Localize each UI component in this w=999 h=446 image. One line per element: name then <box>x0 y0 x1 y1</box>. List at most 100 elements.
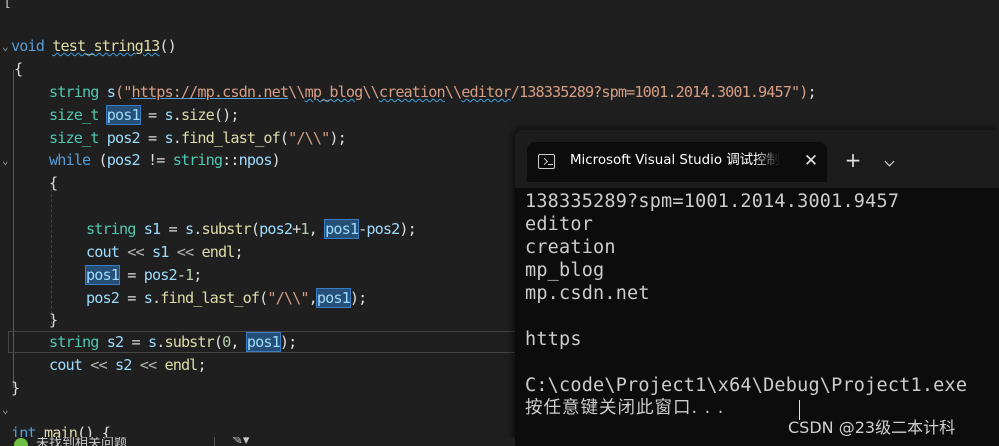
code-token: = <box>160 220 185 238</box>
code-token: , <box>308 289 318 307</box>
code-token: pos1 <box>315 288 351 308</box>
tab-title: Microsoft Visual Studio 调试控制台 <box>570 153 780 168</box>
code-token: ( <box>250 220 260 238</box>
code-token: - <box>176 266 186 284</box>
code-token: ( <box>213 333 223 351</box>
status-strip: 未找到相关问题 ✎▾ <box>0 437 515 446</box>
code-token: "/\\" <box>288 129 330 147</box>
code-token: 1 <box>300 220 309 238</box>
new-tab-button[interactable]: + <box>841 148 865 172</box>
code-token: pos2 <box>86 289 120 307</box>
code-line: string s2 = s.substr(0, pos1); <box>49 331 297 354</box>
code-token: s <box>143 289 153 307</box>
indent-guide <box>51 184 52 324</box>
code-token: cout <box>49 356 83 374</box>
code-token: \\ <box>362 83 379 101</box>
code-token: find_last_of <box>160 289 260 307</box>
code-token: cout <box>86 243 120 261</box>
code-token: ; <box>193 266 202 284</box>
code-token: "/\\" <box>267 289 309 307</box>
code-token: (); <box>213 106 240 124</box>
fold-collapse-icon[interactable]: ⌄ <box>2 398 12 421</box>
watermark: CSDN @23级二本计科 <box>788 418 956 437</box>
code-token: = <box>139 129 165 147</box>
code-line: pos1 = pos2-1; <box>85 264 202 287</box>
code-token: , <box>308 220 326 238</box>
tab-dropdown-button[interactable] <box>877 149 901 173</box>
chevron-down-icon <box>884 156 894 167</box>
code-token: pos1 <box>324 219 360 239</box>
code-token: , <box>230 333 247 351</box>
output-line: 138335289?spm=1001.2014.3001.9457 <box>525 191 900 212</box>
code-token: ( <box>90 151 107 169</box>
code-line: size_t pos1 = s.size(); <box>49 104 240 127</box>
code-token: } <box>11 379 20 397</box>
code-token: = <box>118 266 144 284</box>
code-token: string <box>86 220 136 238</box>
code-token: . <box>172 129 182 147</box>
code-line: size_t pos2 = s.find_last_of("/\\"); <box>49 127 347 150</box>
code-token: npos <box>238 151 273 169</box>
code-line: cout << s2 << endl; <box>49 354 207 377</box>
code-token: pos2 <box>143 266 178 284</box>
code-token: pos1 <box>245 332 281 352</box>
code-token: s1 <box>151 243 169 261</box>
code-token: ; <box>197 356 206 374</box>
brush-icon[interactable]: ✎▾ <box>232 437 249 446</box>
code-token: \\ <box>288 83 305 101</box>
code-token: creation <box>378 83 446 101</box>
code-token: ); <box>399 220 416 238</box>
code-token: mp_blog <box>304 83 364 101</box>
code-token: << <box>168 243 202 261</box>
code-token: [ <box>3 0 12 10</box>
code-line: pos2 = s.find_last_of("/\\",pos1); <box>86 287 367 310</box>
code-token: ); <box>329 129 346 147</box>
code-token: { <box>14 60 23 78</box>
code-token: pos2 <box>259 220 293 238</box>
output-line: editor <box>525 214 594 235</box>
code-token: string <box>49 333 99 351</box>
terminal-icon <box>538 154 555 169</box>
code-line: string s1 = s.substr(pos2+1, pos1-pos2); <box>86 218 417 241</box>
code-token: ) <box>271 151 281 169</box>
fold-collapse-icon[interactable]: ⌄ <box>2 149 12 172</box>
code-token: endl <box>164 356 198 374</box>
terminal-window[interactable]: Microsoft Visual Studio 调试控制台 ✕ + 138335… <box>515 130 999 446</box>
check-icon <box>14 438 28 446</box>
code-token: . <box>151 289 161 307</box>
terminal-tab[interactable]: Microsoft Visual Studio 调试控制台 ✕ <box>527 142 827 182</box>
code-token: ( <box>279 129 289 147</box>
code-token: s <box>164 106 173 124</box>
code-token: { <box>49 174 58 192</box>
code-token: } <box>49 311 58 329</box>
code-token: s1 <box>143 220 161 238</box>
output-line: C:\code\Project1\x64\Debug\Project1.exe <box>525 375 968 396</box>
code-token: \\ <box>444 83 462 101</box>
code-token: test_string13 <box>52 37 160 55</box>
code-token: ); <box>279 333 297 351</box>
code-token: = <box>139 106 165 124</box>
code-token: s <box>184 220 194 238</box>
code-token: != <box>139 151 173 169</box>
code-token: ); <box>349 289 367 307</box>
close-tab-icon[interactable]: ✕ <box>799 148 823 174</box>
code-token: endl <box>201 243 235 261</box>
code-token: while <box>49 151 91 169</box>
code-token: () <box>159 37 176 55</box>
code-token: = <box>118 289 144 307</box>
code-line: } <box>49 309 58 332</box>
code-line: string s("https://mp.csdn.net\\mp_blog\\… <box>49 81 817 104</box>
code-token: editor <box>461 83 511 101</box>
code-token: string <box>172 151 223 169</box>
code-token: s2 <box>106 333 124 351</box>
code-token: << <box>131 356 165 374</box>
output-line: mp_blog <box>525 260 605 281</box>
output-line: 按任意键关闭此窗口. . . <box>525 398 725 418</box>
issues-status[interactable]: 未找到相关问题 <box>36 437 127 446</box>
code-line: } <box>11 377 20 400</box>
code-token: s <box>106 83 116 101</box>
